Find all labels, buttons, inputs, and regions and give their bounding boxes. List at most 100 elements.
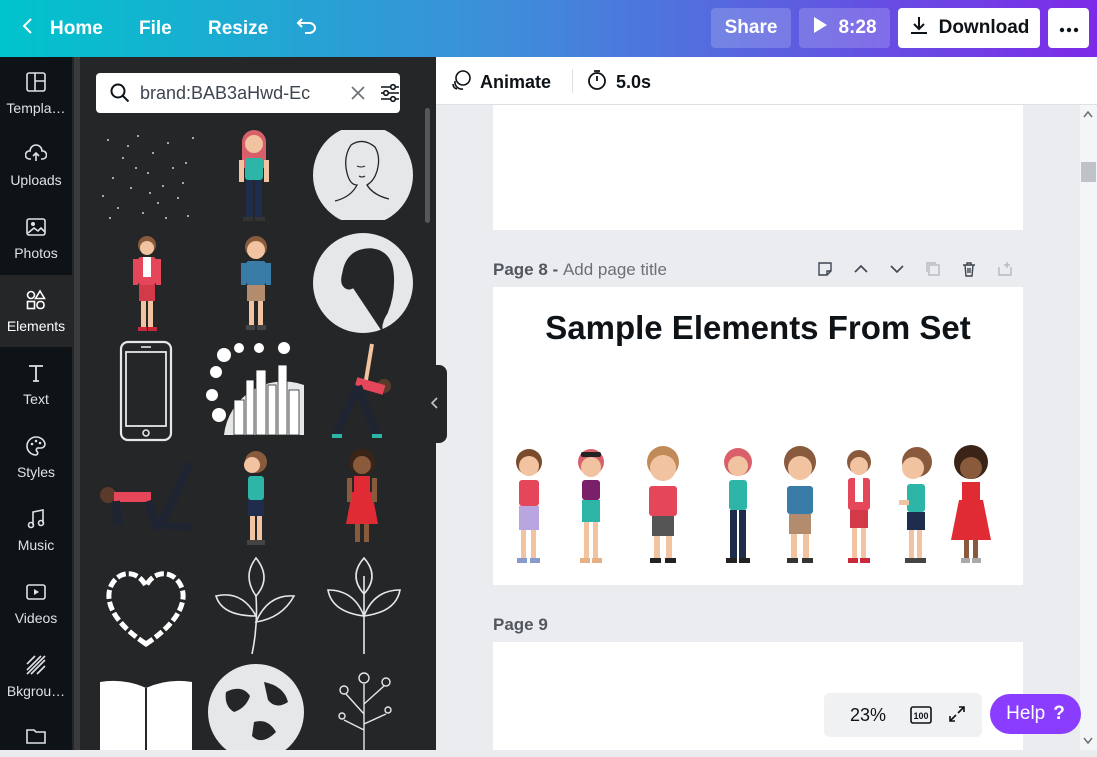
editor-toolbar: Animate 5.0s bbox=[436, 57, 1097, 105]
collapse-panel-button[interactable] bbox=[423, 365, 447, 443]
element-boy-blue-shirt[interactable] bbox=[236, 233, 276, 333]
element-leaf-branch-outline[interactable] bbox=[212, 556, 298, 656]
duration-value: 5.0s bbox=[616, 72, 652, 92]
share-button[interactable]: Share bbox=[711, 8, 791, 48]
rail-item-elements[interactable]: Elements bbox=[0, 275, 72, 347]
rail-label: Bkgrou… bbox=[6, 682, 66, 699]
present-button[interactable]: 8:28 bbox=[799, 8, 890, 48]
page-9-label: Page 9 bbox=[493, 615, 548, 634]
add-page-icon[interactable] bbox=[996, 260, 1014, 278]
character-girl-teal-shirt bbox=[724, 448, 752, 563]
character-boy-side bbox=[899, 447, 932, 563]
play-icon bbox=[812, 16, 828, 40]
search-box[interactable] bbox=[96, 73, 400, 113]
rail-item-folders[interactable] bbox=[0, 717, 72, 757]
panel-left-scrollbar bbox=[74, 57, 80, 750]
scroll-down-icon[interactable] bbox=[1083, 737, 1093, 745]
home-button[interactable]: Home bbox=[22, 0, 103, 57]
element-globe-earth[interactable] bbox=[206, 662, 306, 757]
rail-item-text[interactable]: Text bbox=[0, 348, 72, 420]
fullscreen-icon[interactable] bbox=[948, 705, 966, 728]
filter-sliders-icon[interactable] bbox=[380, 83, 400, 108]
rail-item-styles[interactable]: Styles bbox=[0, 421, 72, 493]
undo-icon bbox=[296, 17, 318, 41]
undo-button[interactable] bbox=[296, 0, 318, 57]
rail-label: Elements bbox=[6, 317, 66, 334]
element-wildflower-outline[interactable] bbox=[324, 664, 404, 750]
rail-label: Music bbox=[17, 536, 55, 553]
duration-button[interactable]: 5.0s bbox=[586, 69, 651, 96]
svg-text:100: 100 bbox=[913, 711, 928, 721]
rail-label: Videos bbox=[14, 609, 58, 626]
more-dots-icon bbox=[1059, 17, 1079, 39]
help-question-icon: ? bbox=[1053, 703, 1065, 724]
top-bar: Home File Resize Share 8:28 Download bbox=[0, 0, 1097, 57]
element-woman-stretching[interactable] bbox=[326, 340, 396, 442]
template-icon bbox=[25, 71, 47, 96]
chevron-left-icon bbox=[22, 17, 34, 41]
element-heart-grunge[interactable] bbox=[100, 562, 192, 654]
toolbar-divider bbox=[572, 69, 573, 93]
element-sparkle-dust[interactable] bbox=[98, 128, 196, 223]
rail-item-videos[interactable]: Videos bbox=[0, 567, 72, 639]
canvas-scrollbar[interactable] bbox=[1080, 105, 1097, 750]
resize-menu[interactable]: Resize bbox=[208, 0, 268, 57]
element-woman-plank[interactable] bbox=[96, 455, 196, 540]
character-boy-blue-shirt bbox=[784, 446, 816, 563]
canvas-scrollbar-thumb[interactable] bbox=[1081, 162, 1096, 182]
upload-icon bbox=[24, 143, 48, 168]
element-leaf-stem-outline[interactable] bbox=[324, 556, 404, 656]
folder-icon bbox=[25, 725, 47, 750]
character-girl-ponytail bbox=[516, 449, 542, 563]
timer-icon bbox=[586, 69, 608, 96]
text-icon bbox=[25, 362, 47, 387]
panel-scrollbar-thumb[interactable] bbox=[425, 108, 430, 223]
rail-label: Styles bbox=[16, 463, 56, 480]
element-girl-red-dress[interactable] bbox=[340, 448, 384, 548]
background-icon bbox=[25, 654, 47, 679]
character-lineup[interactable] bbox=[507, 442, 997, 567]
delete-icon[interactable] bbox=[960, 260, 978, 278]
help-button[interactable]: Help ? bbox=[990, 694, 1081, 734]
rail-item-photos[interactable]: Photos bbox=[0, 202, 72, 274]
move-up-icon[interactable] bbox=[852, 260, 870, 278]
element-woman-red-jacket[interactable] bbox=[128, 233, 166, 333]
side-rail: Templa… Uploads Photos Elements Text Sty… bbox=[0, 57, 72, 750]
element-woman-line-portrait[interactable] bbox=[313, 125, 413, 225]
download-button[interactable]: Download bbox=[898, 8, 1040, 48]
element-woman-hair-portrait[interactable] bbox=[313, 233, 413, 334]
duplicate-icon[interactable] bbox=[924, 260, 942, 278]
page-heading[interactable]: Sample Elements From Set bbox=[493, 309, 1023, 347]
element-boy-side-view[interactable] bbox=[236, 448, 276, 548]
character-boy-red-shirt bbox=[647, 446, 679, 563]
rail-item-background[interactable]: Bkgrou… bbox=[0, 640, 72, 712]
scroll-up-icon[interactable] bbox=[1083, 110, 1093, 118]
rail-item-uploads[interactable]: Uploads bbox=[0, 129, 72, 201]
download-icon bbox=[909, 15, 929, 41]
more-options-button[interactable] bbox=[1048, 8, 1089, 48]
rail-item-templates[interactable]: Templa… bbox=[0, 57, 72, 129]
note-icon[interactable] bbox=[816, 260, 834, 278]
rail-item-music[interactable]: Music bbox=[0, 494, 72, 566]
download-label: Download bbox=[938, 17, 1030, 38]
element-city-globe[interactable] bbox=[204, 340, 304, 440]
move-down-icon[interactable] bbox=[888, 260, 906, 278]
page-8-number: Page 8 - bbox=[493, 260, 559, 279]
file-menu[interactable]: File bbox=[139, 0, 172, 57]
search-input[interactable] bbox=[140, 82, 340, 104]
element-open-book[interactable] bbox=[96, 678, 196, 750]
rail-label: Uploads bbox=[10, 171, 62, 188]
page-fit-icon[interactable]: 100 bbox=[910, 704, 932, 726]
animate-button[interactable]: Animate bbox=[450, 69, 551, 96]
element-smartphone-outline[interactable] bbox=[118, 340, 174, 442]
palette-icon bbox=[25, 435, 47, 460]
rail-label: Text bbox=[23, 390, 49, 407]
zoom-level[interactable]: 23% bbox=[850, 705, 886, 726]
element-girl-character[interactable] bbox=[226, 128, 282, 223]
page-8-title-input[interactable]: Add page title bbox=[563, 260, 667, 279]
page-7-canvas[interactable] bbox=[493, 105, 1023, 230]
play-time: 8:28 bbox=[838, 17, 877, 38]
page-8-canvas[interactable]: Sample Elements From Set bbox=[493, 287, 1023, 585]
clear-search-icon[interactable] bbox=[350, 85, 366, 106]
page-8-label: Page 8 - Add page title bbox=[493, 260, 667, 280]
